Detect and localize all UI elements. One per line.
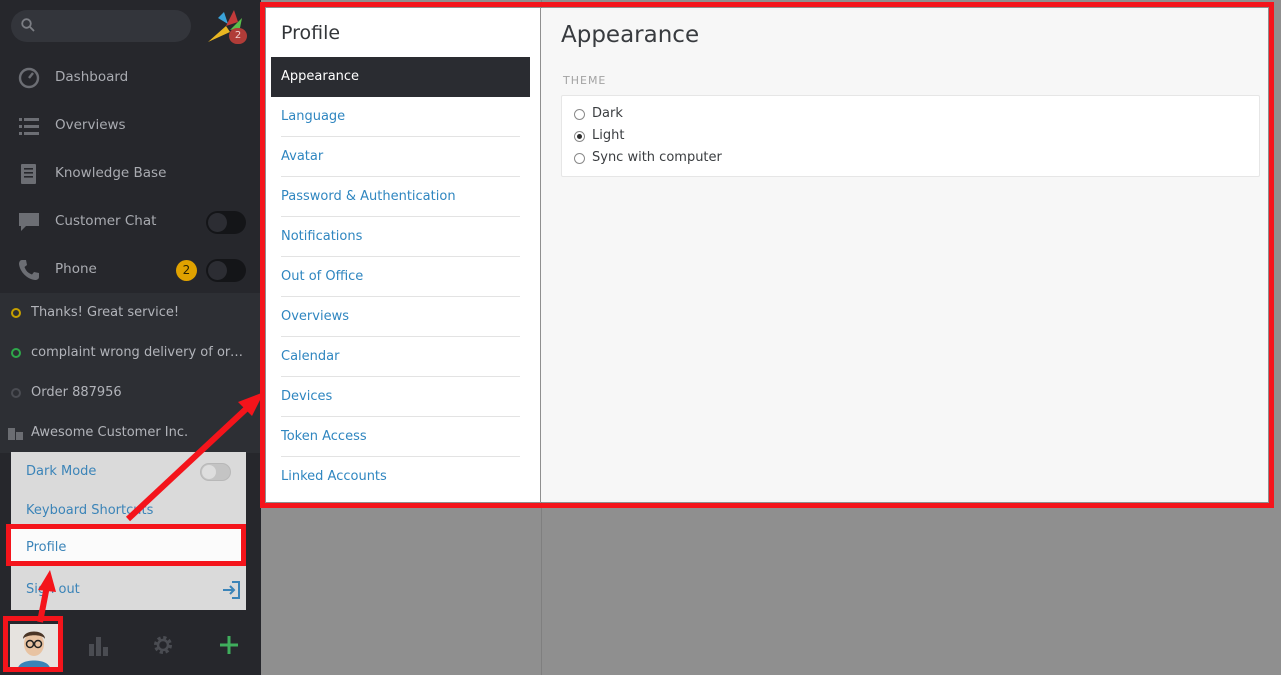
phone-icon [19,260,39,280]
menu-item-dark-mode[interactable]: Dark Mode [11,452,246,491]
recent-item[interactable]: complaint wrong delivery of ord... [0,333,261,373]
nav-item-label: Knowledge Base [55,165,167,181]
recent-list: Thanks! Great service! complaint wrong d… [0,293,261,453]
highlight-profile-menu-item [6,524,246,566]
highlight-avatar [3,616,63,672]
nav-item-customer-chat[interactable]: Customer Chat [0,198,261,246]
nav-item-phone[interactable]: Phone 2 [0,246,261,294]
menu-item-label: Sign out [26,582,80,597]
notification-badge[interactable]: 2 [229,28,247,44]
menu-item-sign-out[interactable]: Sign out [11,570,246,609]
nav-item-overviews[interactable]: Overviews [0,102,261,150]
nav-item-label: Phone [55,261,97,277]
recent-item[interactable]: Awesome Customer Inc. [0,413,261,453]
menu-item-label: Keyboard Shortcuts [26,503,154,518]
phone-toggle[interactable] [206,259,246,282]
nav-item-dashboard[interactable]: Dashboard [0,54,261,102]
highlight-profile-panel [260,2,1274,508]
status-dot-icon [11,388,21,398]
nav-item-knowledge-base[interactable]: Knowledge Base [0,150,261,198]
nav-item-label: Dashboard [55,69,129,85]
dashboard-icon [18,67,40,89]
recent-item-label: complaint wrong delivery of ord... [31,345,246,360]
sign-out-icon [223,581,240,599]
search-input[interactable] [11,10,191,42]
nav-item-label: Overviews [55,117,126,133]
plus-icon[interactable] [218,634,240,656]
recent-item[interactable]: Thanks! Great service! [0,293,261,333]
search-icon [21,18,35,32]
gear-icon[interactable] [152,634,174,656]
phone-count-badge: 2 [176,260,197,281]
status-dot-icon [11,308,21,318]
nav-item-label: Customer Chat [55,213,157,229]
recent-item-label: Thanks! Great service! [31,305,180,320]
building-icon [8,428,23,440]
menu-item-label: Dark Mode [26,464,97,479]
sidebar: 2 Dashboard Overviews Knowledge Base Cus… [0,0,261,675]
stats-icon[interactable] [87,634,109,656]
list-icon [19,118,39,135]
recent-item-label: Awesome Customer Inc. [31,425,189,440]
customer-chat-toggle[interactable] [206,211,246,234]
recent-item-label: Order 887956 [31,385,122,400]
status-dot-icon [11,348,21,358]
chat-icon [19,213,39,231]
dark-mode-toggle[interactable] [200,463,231,481]
recent-item[interactable]: Order 887956 [0,373,261,413]
book-icon [21,164,36,184]
